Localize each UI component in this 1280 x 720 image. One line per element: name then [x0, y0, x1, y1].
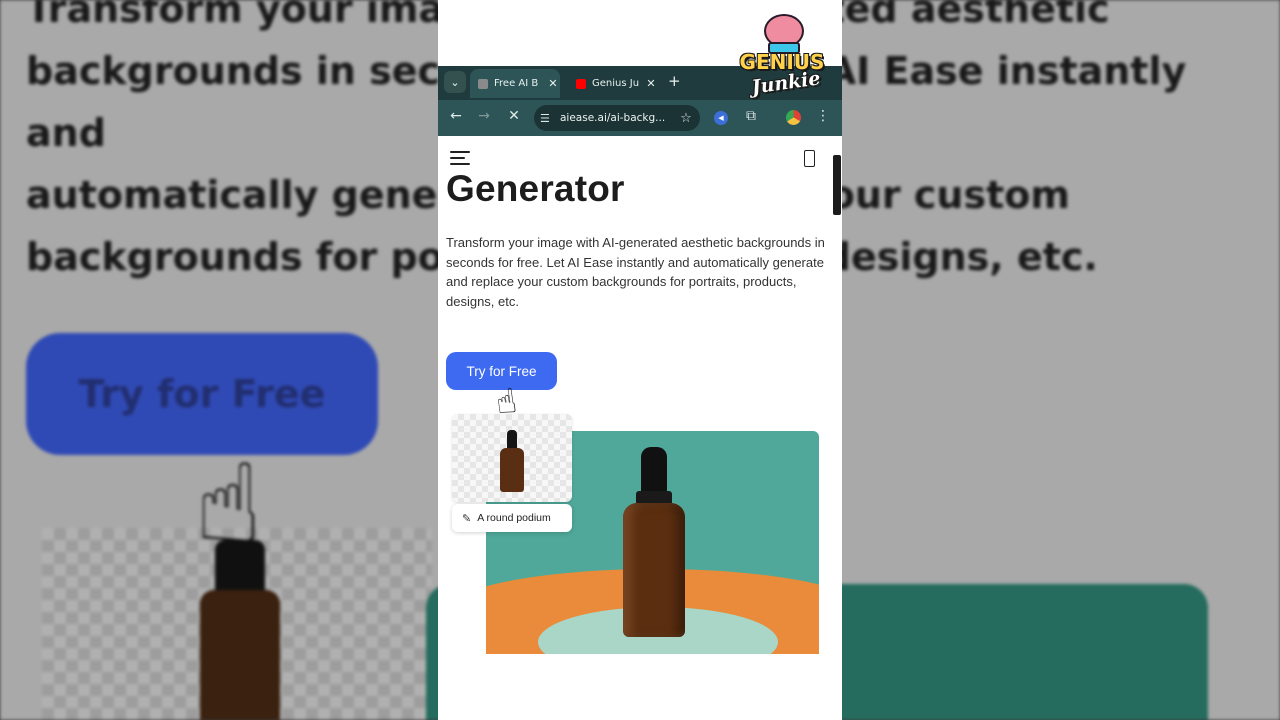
tune-icon[interactable]: ☰	[540, 112, 556, 125]
url-text[interactable]: aiease.ai/ai-backg...	[560, 112, 678, 124]
tab-genius-junkie[interactable]: Genius Ju ✕	[568, 69, 658, 98]
pencil-icon: ✎	[462, 512, 472, 525]
tab-favicon-icon	[478, 78, 488, 89]
new-tab-plus-icon[interactable]: +	[668, 72, 681, 90]
phone-screen: ⌄ Free AI B ✕ Genius Ju ✕ + ← → ✕ ☰ aiea…	[438, 0, 842, 720]
prompt-chip-text: A round podium	[477, 512, 551, 524]
address-bar[interactable]: ☰ aiease.ai/ai-backg... ☆	[534, 105, 700, 131]
puzzle-icon[interactable]: ⧉	[741, 108, 761, 124]
tab-list-chevron-down-icon[interactable]: ⌄	[444, 71, 466, 93]
star-icon[interactable]: ☆	[678, 111, 694, 126]
tab-title: Free AI B	[494, 78, 539, 89]
tab-title: Genius Ju	[592, 78, 640, 89]
tab-free-ai-background[interactable]: Free AI B ✕	[470, 69, 560, 98]
extension-icon[interactable]: ◀	[714, 111, 728, 125]
background-bottle	[200, 590, 280, 720]
prompt-chip: ✎ A round podium	[452, 504, 572, 532]
hamburger-menu-icon[interactable]	[450, 151, 470, 169]
page-title: Generator	[446, 168, 625, 209]
page-content: Generator Transform your image with AI-g…	[438, 136, 842, 720]
dropper-cap	[641, 447, 667, 495]
youtube-favicon-icon	[576, 78, 586, 89]
close-tab-icon[interactable]: ✕	[644, 77, 658, 90]
page-description: Transform your image with AI-generated a…	[446, 235, 825, 309]
background-hand-cursor-icon: ☝	[195, 440, 262, 568]
profile-avatar[interactable]	[786, 110, 801, 125]
kebab-menu-icon[interactable]: ⋮	[813, 108, 833, 124]
mobile-device-icon[interactable]	[804, 150, 815, 167]
forward-arrow-icon[interactable]: →	[474, 108, 494, 124]
stop-loading-icon[interactable]: ✕	[504, 108, 524, 124]
back-arrow-icon[interactable]: ←	[446, 108, 466, 124]
close-tab-icon[interactable]: ✕	[546, 77, 560, 90]
thumbnail-bottle	[500, 448, 524, 492]
transparent-product-thumbnail	[452, 414, 572, 502]
background-try-button: Try for Free	[26, 333, 378, 455]
page-scrollbar[interactable]	[833, 155, 841, 215]
channel-logo: GENIUS Junkie	[734, 12, 830, 108]
amber-bottle	[623, 503, 685, 637]
